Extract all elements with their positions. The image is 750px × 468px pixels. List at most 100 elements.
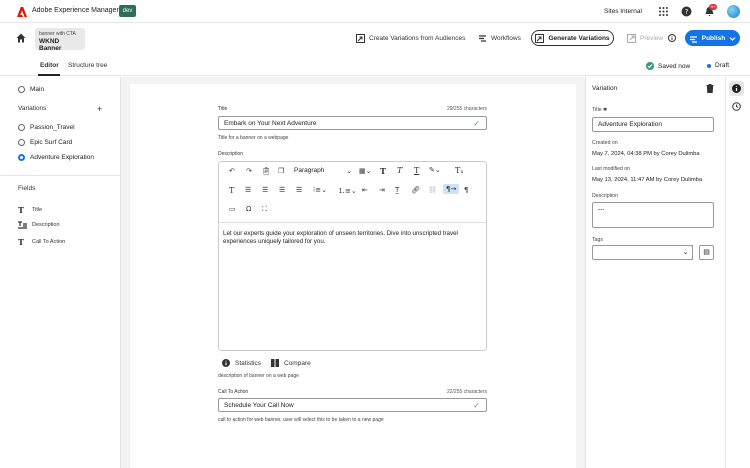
breadcrumb[interactable]: banner with CTA WKND Banner — [35, 28, 85, 52]
add-variation-icon[interactable]: + — [97, 104, 102, 114]
copy-format-icon[interactable]: ❐ — [278, 167, 284, 175]
help-icon[interactable]: ? — [681, 6, 692, 17]
publish-button[interactable]: Publish — [685, 30, 740, 46]
variation-description-input[interactable]: --- — [592, 202, 714, 228]
table-icon[interactable]: ▦⌄ — [359, 167, 371, 175]
notification-badge: 9+ — [709, 4, 717, 10]
align-center-icon[interactable]: ☰ — [262, 186, 268, 194]
ltr-icon[interactable]: ¶→ — [443, 184, 460, 194]
app-name[interactable]: Adobe Experience Manager — [32, 7, 119, 14]
app-grid-icon[interactable] — [658, 6, 669, 17]
compare-label: Compare — [284, 359, 311, 367]
italic-t-icon[interactable]: T — [397, 166, 402, 175]
cta-input[interactable]: Schedule Your Call Now ✓ — [218, 398, 487, 412]
tags-input[interactable] — [592, 245, 693, 260]
paragraph-select[interactable]: Paragraph ⌄ — [294, 167, 354, 178]
bold-t-icon[interactable]: T — [380, 166, 386, 176]
field-item-description[interactable]: Description — [18, 221, 60, 229]
main-label[interactable]: Main — [30, 86, 44, 93]
field-cta-label: Call To Action — [32, 239, 66, 245]
paste-icon[interactable]: 📋︎ — [262, 167, 271, 175]
draft-status: Draft — [707, 62, 729, 69]
fullscreen-icon[interactable]: ⛶ — [262, 205, 267, 214]
check-icon: ✓ — [473, 119, 480, 128]
chevron-down-icon — [729, 36, 736, 41]
generate-variations-button[interactable]: Generate Variations — [531, 30, 614, 46]
modified-label: Last modified on — [592, 166, 631, 172]
variation-radio-1[interactable] — [18, 124, 25, 131]
underline-t-icon[interactable]: T — [414, 166, 419, 175]
number-list-icon[interactable]: ⒈≡⌄ — [338, 186, 357, 196]
statistics-button[interactable]: Statistics — [222, 359, 261, 367]
delete-icon[interactable] — [706, 84, 714, 93]
created-label: Created on — [592, 140, 618, 146]
title-help-text: Title for a banner on a webpage — [218, 135, 289, 141]
variation-title-value: Adventure Exploration — [598, 121, 662, 128]
right-rail — [725, 77, 750, 468]
info-icon[interactable] — [732, 84, 741, 93]
highlight-icon[interactable]: ✎⌄ — [429, 166, 441, 174]
rte-toolbar: ↶ ↷ 📋︎ ❐ Paragraph ⌄ ▦⌄ T T T ✎⌄ Tₓ T ☰ … — [219, 162, 486, 222]
indent-icon[interactable]: ⇥ — [379, 186, 385, 194]
cta-input-value: Schedule Your Call Now — [224, 402, 294, 409]
tab-structure-tree[interactable]: Structure tree — [68, 62, 107, 69]
history-icon[interactable] — [732, 102, 741, 111]
home-icon[interactable] — [16, 33, 26, 43]
justify-icon[interactable]: ☰ — [296, 186, 302, 194]
align-left-icon[interactable]: ☰ — [245, 186, 251, 194]
main-radio[interactable] — [18, 86, 25, 93]
clear-format-icon[interactable]: Tₓ — [455, 166, 464, 175]
rtl-icon[interactable]: ¶ — [464, 186, 468, 194]
saved-label: Saved now — [658, 62, 691, 70]
svg-text:?: ? — [685, 8, 689, 16]
adobe-logo-icon[interactable] — [17, 7, 27, 17]
field-item-cta[interactable]: T Call To Action — [18, 237, 65, 247]
rich-text-editor[interactable]: ↶ ↷ 📋︎ ❐ Paragraph ⌄ ▦⌄ T T T ✎⌄ Tₓ T ☰ … — [218, 161, 487, 351]
description-help-text: description of banner on a web page — [218, 373, 299, 379]
link-icon[interactable]: 🔗︎ — [411, 186, 420, 194]
special-char-icon[interactable]: Ω — [246, 205, 251, 213]
info-circle-icon[interactable] — [668, 34, 676, 42]
org-switcher[interactable]: Sites Internal — [604, 8, 642, 15]
variation-item-3[interactable]: Adventure Exploration — [30, 154, 94, 161]
tab-editor[interactable]: Editor — [40, 62, 59, 69]
outdent-icon[interactable]: ⇤ — [362, 186, 368, 194]
publish-label: Publish — [701, 34, 726, 42]
create-variations-button[interactable]: Create Variations from Audiences — [356, 34, 465, 43]
redo-icon[interactable]: ↷ — [246, 167, 252, 175]
publish-icon — [689, 35, 697, 43]
properties-panel — [585, 77, 725, 468]
text-size-icon[interactable]: T — [229, 186, 234, 195]
preview-button[interactable]: Preview — [627, 34, 663, 43]
field-item-title[interactable]: T Title — [18, 205, 42, 215]
tags-dropdown-button[interactable]: ⌄ — [679, 245, 693, 260]
align-right-icon[interactable]: ☰ — [279, 186, 285, 194]
external-link-icon — [627, 34, 636, 43]
paragraph-select-value: Paragraph — [294, 167, 325, 174]
image-icon[interactable]: ▭ — [229, 205, 236, 213]
variation-item-1[interactable]: Passion_Travel — [30, 124, 75, 131]
variation-item-2[interactable]: Epic Surf Card — [30, 139, 72, 146]
avatar[interactable] — [727, 5, 740, 18]
variation-radio-2[interactable] — [18, 139, 25, 146]
statistics-label: Statistics — [235, 359, 262, 367]
description-text[interactable]: Let our experts guide your exploration o… — [223, 230, 483, 246]
variation-radio-3[interactable] — [18, 154, 25, 161]
unlink-icon[interactable]: ⛓ — [428, 186, 437, 194]
bullet-list-icon[interactable]: ⁝≡⌄ — [313, 186, 327, 194]
format-text-icon[interactable]: T̲ — [395, 186, 399, 194]
create-variations-icon — [356, 34, 365, 43]
check-circle-icon — [646, 62, 654, 70]
workflows-button[interactable]: Workflows — [478, 34, 521, 43]
text-t-icon: T — [18, 205, 24, 215]
compare-button[interactable]: Compare — [271, 359, 311, 367]
modified-value: May 13, 2024, 11:47 AM by Corey Dulimba — [592, 177, 703, 183]
description-field-label: Description — [218, 151, 244, 157]
tag-picker-icon[interactable]: ▤ — [699, 245, 714, 260]
undo-icon[interactable]: ↶ — [229, 167, 235, 175]
title-input[interactable]: Embark on Your Next Adventure ✓ — [218, 116, 487, 130]
env-badge: dev — [119, 5, 136, 17]
variation-title-label: Title ✱ — [592, 107, 608, 113]
title-field-label: Title — [218, 106, 228, 112]
variation-title-input[interactable]: Adventure Exploration — [592, 117, 714, 132]
